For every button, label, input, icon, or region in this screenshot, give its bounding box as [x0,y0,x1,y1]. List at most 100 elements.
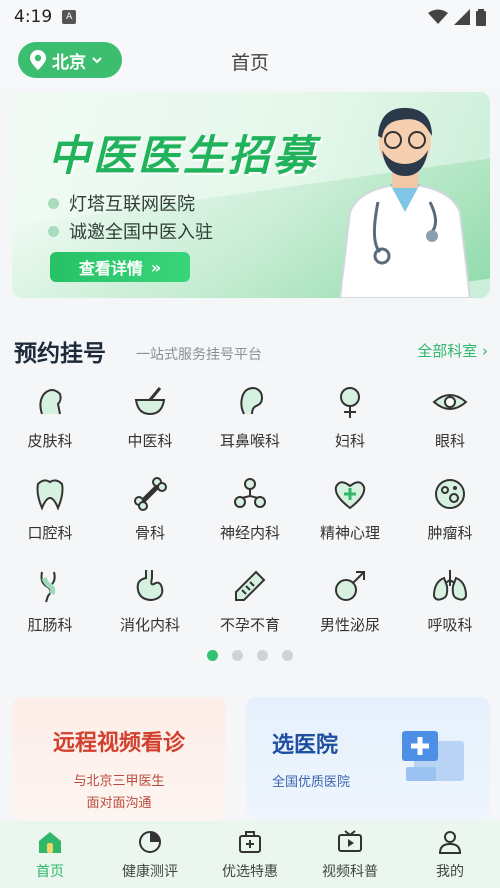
dept-dental[interactable]: 口腔科 [0,476,100,560]
dept-label: 眼科 [434,432,465,450]
neuron-icon [234,478,266,508]
dept-urology[interactable]: 男性泌尿 [300,568,400,652]
tab-label: 我的 [436,864,464,880]
medkit-icon [239,831,261,853]
dept-label: 精神心理 [319,524,380,542]
video-consult-line: 与北京三甲医生 [73,774,165,789]
tab-deals[interactable]: 优选特惠 [200,821,300,888]
intestine-icon [40,571,56,603]
heart-icon [334,481,366,510]
battery-icon [476,8,486,26]
page-title: 首页 [230,52,269,74]
dept-label: 妇科 [334,432,365,450]
header: 北京 首页 [0,34,500,88]
dept-skin[interactable]: 皮肤科 [0,384,100,468]
recruit-banner[interactable]: 中医医生招募 灯塔互联网医院 诚邀全国中医入驻 查看详情 » [12,92,490,298]
bottom-tab-bar: 首页 健康测评 优选特惠 视频科普 我的 [0,821,500,888]
status-indicators [428,8,486,26]
home-icon [39,832,61,853]
cell-icon [435,479,465,509]
choose-hospital-title: 选医院 [272,733,339,758]
dept-eye[interactable]: 眼科 [400,384,500,468]
page-dot[interactable] [232,650,243,661]
tab-video-science[interactable]: 视频科普 [300,821,400,888]
dept-gastro[interactable]: 消化内科 [100,568,200,652]
choose-hospital-subtitle: 全国优质医院 [272,775,351,790]
dept-ortho[interactable]: 骨科 [100,476,200,560]
bullet-dot [48,197,59,209]
dept-tcm[interactable]: 中医科 [100,384,200,468]
tab-label: 首页 [36,864,64,880]
ear-icon [240,386,264,415]
tv-icon [338,830,362,852]
bone-icon [134,477,167,511]
dept-label: 肛肠科 [27,616,73,634]
video-consult-subtitle: 与北京三甲医生 面对面沟通 [12,771,226,815]
female-icon [340,387,360,418]
wifi-icon [428,9,448,24]
pie-chart-icon [139,831,161,853]
booking-section-header: 预约挂号 一站式服务挂号平台 全部科室 › [14,334,488,368]
dept-anorectal[interactable]: 肛肠科 [0,568,100,652]
hospital-icon [402,731,464,781]
lungs-icon [432,570,468,601]
dept-respiratory[interactable]: 呼吸科 [400,568,500,652]
bullet-dot [48,225,59,237]
view-details-button[interactable]: 查看详情 » [50,252,190,282]
view-details-label: 查看详情 [78,259,143,278]
status-bar: 4:19 A [0,0,500,34]
all-departments-link[interactable]: 全部科室 › [417,340,488,361]
video-consult-title: 远程视频看诊 [52,731,185,756]
double-arrow-icon: » [150,257,162,277]
dept-gyn[interactable]: 妇科 [300,384,400,468]
tab-label: 健康测评 [122,864,178,880]
section-title: 预约挂号 [14,341,106,367]
banner-title: 中医医生招募 [48,131,319,180]
dept-label: 中医科 [127,432,173,450]
doctor-illustration [338,107,472,298]
user-icon [438,831,462,854]
dept-label: 骨科 [134,524,165,542]
mortar-icon [134,387,166,416]
dept-label: 不孕不育 [219,616,280,634]
page-indicator [0,650,500,661]
dept-label: 耳鼻喉科 [219,432,280,450]
thermometer-icon [235,570,266,601]
dept-label: 消化内科 [119,616,180,634]
dept-ent[interactable]: 耳鼻喉科 [200,384,300,468]
dept-label: 男性泌尿 [319,616,380,634]
video-consult-card[interactable]: 远程视频看诊 与北京三甲医生 面对面沟通 [12,697,226,821]
dept-oncology[interactable]: 肿瘤科 [400,476,500,560]
page-dot[interactable] [257,650,268,661]
dept-label: 神经内科 [219,524,280,542]
stomach-icon [136,570,164,602]
banner-line: 诚邀全国中医入驻 [48,218,213,244]
tooth-icon [36,479,64,511]
banner-line-text: 诚邀全国中医入驻 [69,222,213,243]
skin-icon [39,389,62,415]
page-dot-active[interactable] [207,650,218,661]
banner-line: 灯塔互联网医院 [48,190,195,216]
section-subtitle: 一站式服务挂号平台 [136,347,262,363]
status-time: 4:19 [14,7,53,27]
tab-mine[interactable]: 我的 [400,821,500,888]
dept-label: 口腔科 [27,524,73,542]
dept-psych[interactable]: 精神心理 [300,476,400,560]
dept-fertility[interactable]: 不孕不育 [200,568,300,652]
dept-label: 皮肤科 [27,432,73,450]
notification-a-icon: A [62,10,77,24]
male-icon [335,571,365,601]
dept-neuro[interactable]: 神经内科 [200,476,300,560]
tab-home[interactable]: 首页 [0,821,100,888]
dept-label: 呼吸科 [427,616,473,634]
dept-label: 肿瘤科 [427,524,473,542]
signal-icon [454,9,470,25]
tab-label: 视频科普 [322,864,378,880]
page-dot[interactable] [282,650,293,661]
banner-line-text: 灯塔互联网医院 [69,194,195,215]
choose-hospital-card[interactable]: 选医院 全国优质医院 [246,697,490,821]
tab-label: 优选特惠 [222,864,278,880]
tab-health-test[interactable]: 健康测评 [100,821,200,888]
video-consult-line: 面对面沟通 [86,796,152,811]
eye-icon [432,394,468,410]
